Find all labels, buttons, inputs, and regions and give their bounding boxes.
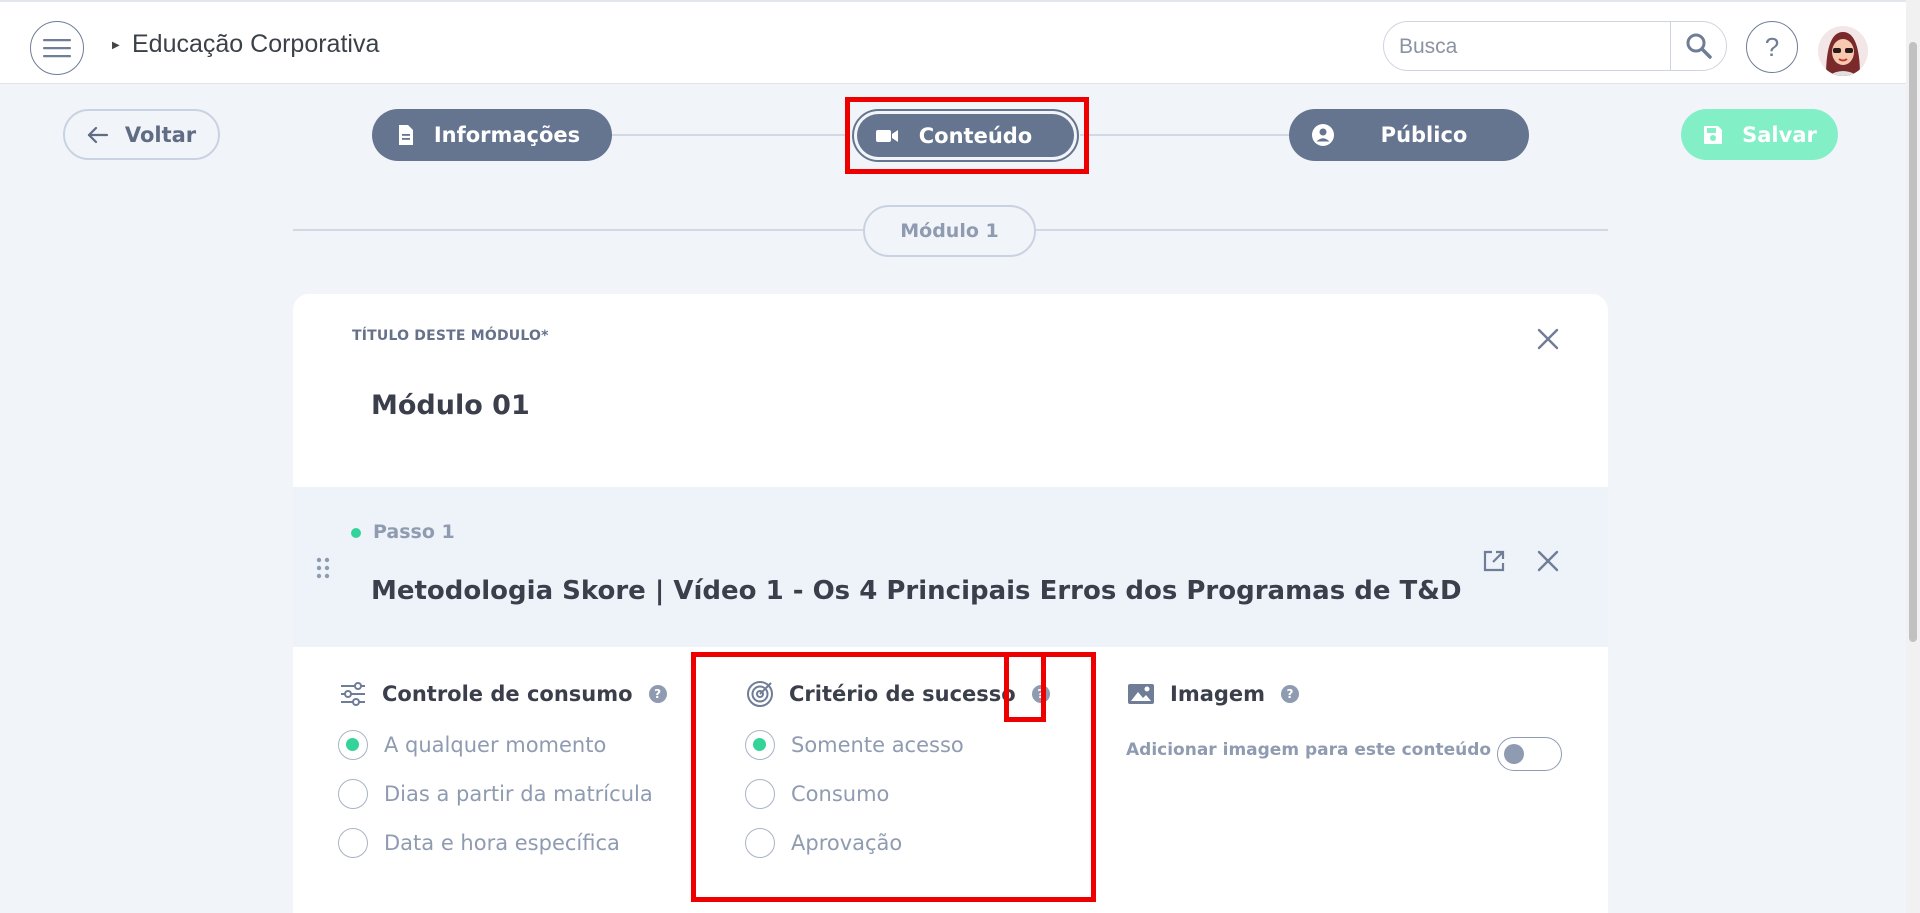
drag-handle-icon[interactable] — [315, 556, 331, 580]
module-tab-label: Módulo 1 — [900, 220, 999, 242]
image-section-header: Imagem ? — [1126, 679, 1300, 709]
avatar-image — [1818, 26, 1868, 76]
close-module-button[interactable] — [1534, 325, 1562, 353]
tab-informacoes-label: Informações — [433, 123, 581, 147]
radio-days-from-enrollment[interactable]: Dias a partir da matrícula — [338, 779, 653, 809]
step-connector — [1080, 134, 1290, 136]
tab-publico-label: Público — [1380, 123, 1468, 147]
back-button[interactable]: Voltar — [63, 109, 220, 160]
hamburger-icon — [43, 39, 71, 58]
radio-specific-datetime[interactable]: Data e hora específica — [338, 828, 620, 858]
page-scrollbar[interactable] — [1906, 0, 1920, 913]
annotation-box-help-icon — [1004, 652, 1046, 722]
step-connector — [610, 134, 850, 136]
close-icon — [1537, 550, 1559, 572]
image-heading: Imagem — [1170, 682, 1266, 706]
app-title: Educação Corporativa — [132, 30, 380, 58]
radio-any-time[interactable]: A qualquer momento — [338, 730, 606, 760]
search-input[interactable] — [1399, 32, 1669, 62]
search-button[interactable] — [1671, 22, 1727, 70]
radio-label: A qualquer momento — [384, 733, 607, 757]
consumption-section-header: Controle de consumo ? — [338, 679, 667, 709]
step-item: Passo 1 Metodologia Skore | Vídeo 1 - Os… — [293, 487, 1608, 647]
radio-circle[interactable] — [338, 779, 368, 809]
status-dot — [351, 528, 361, 538]
consumption-help-icon[interactable]: ? — [648, 685, 667, 703]
back-label: Voltar — [124, 122, 197, 147]
consumption-heading: Controle de consumo — [382, 682, 633, 706]
add-image-label: Adicionar imagem para este conteúdo — [1126, 740, 1492, 760]
top-bar: ▶ Educação Corporativa ? — [0, 0, 1920, 84]
save-button[interactable]: Salvar — [1681, 109, 1838, 160]
close-icon — [1537, 328, 1559, 350]
search-box — [1383, 21, 1727, 71]
tab-publico[interactable]: Público — [1289, 109, 1529, 161]
radio-label: Dias a partir da matrícula — [384, 782, 653, 806]
search-icon — [1686, 33, 1712, 59]
radio-circle[interactable] — [338, 730, 368, 760]
menu-button[interactable] — [30, 21, 84, 75]
floppy-disk-icon — [1704, 125, 1723, 144]
user-avatar[interactable] — [1818, 26, 1868, 76]
breadcrumb-arrow-icon: ▶ — [112, 40, 120, 51]
external-link-icon — [1483, 550, 1505, 572]
add-image-toggle[interactable] — [1497, 737, 1562, 771]
module-title-label: TÍTULO DESTE MÓDULO* — [352, 328, 549, 344]
toggle-knob — [1504, 744, 1524, 764]
image-icon — [1128, 684, 1154, 704]
scrollbar-thumb[interactable] — [1909, 42, 1917, 642]
image-help-icon[interactable]: ? — [1281, 685, 1300, 703]
radio-circle[interactable] — [338, 828, 368, 858]
annotation-box-conteudo — [845, 97, 1089, 174]
radio-label: Data e hora específica — [384, 831, 620, 855]
module-tab[interactable]: Módulo 1 — [863, 205, 1036, 257]
open-external-button[interactable] — [1480, 547, 1508, 575]
tab-informacoes[interactable]: Informações — [372, 109, 612, 161]
save-label: Salvar — [1742, 122, 1817, 147]
question-icon: ? — [1764, 31, 1780, 62]
step-title: Metodologia Skore | Vídeo 1 - Os 4 Princ… — [371, 576, 1462, 606]
step-label: Passo 1 — [373, 521, 455, 543]
sliders-icon — [341, 682, 365, 706]
module-title-input[interactable]: Módulo 01 — [371, 390, 530, 421]
remove-step-button[interactable] — [1534, 547, 1562, 575]
arrow-left-icon — [87, 126, 108, 143]
help-button[interactable]: ? — [1746, 21, 1798, 73]
